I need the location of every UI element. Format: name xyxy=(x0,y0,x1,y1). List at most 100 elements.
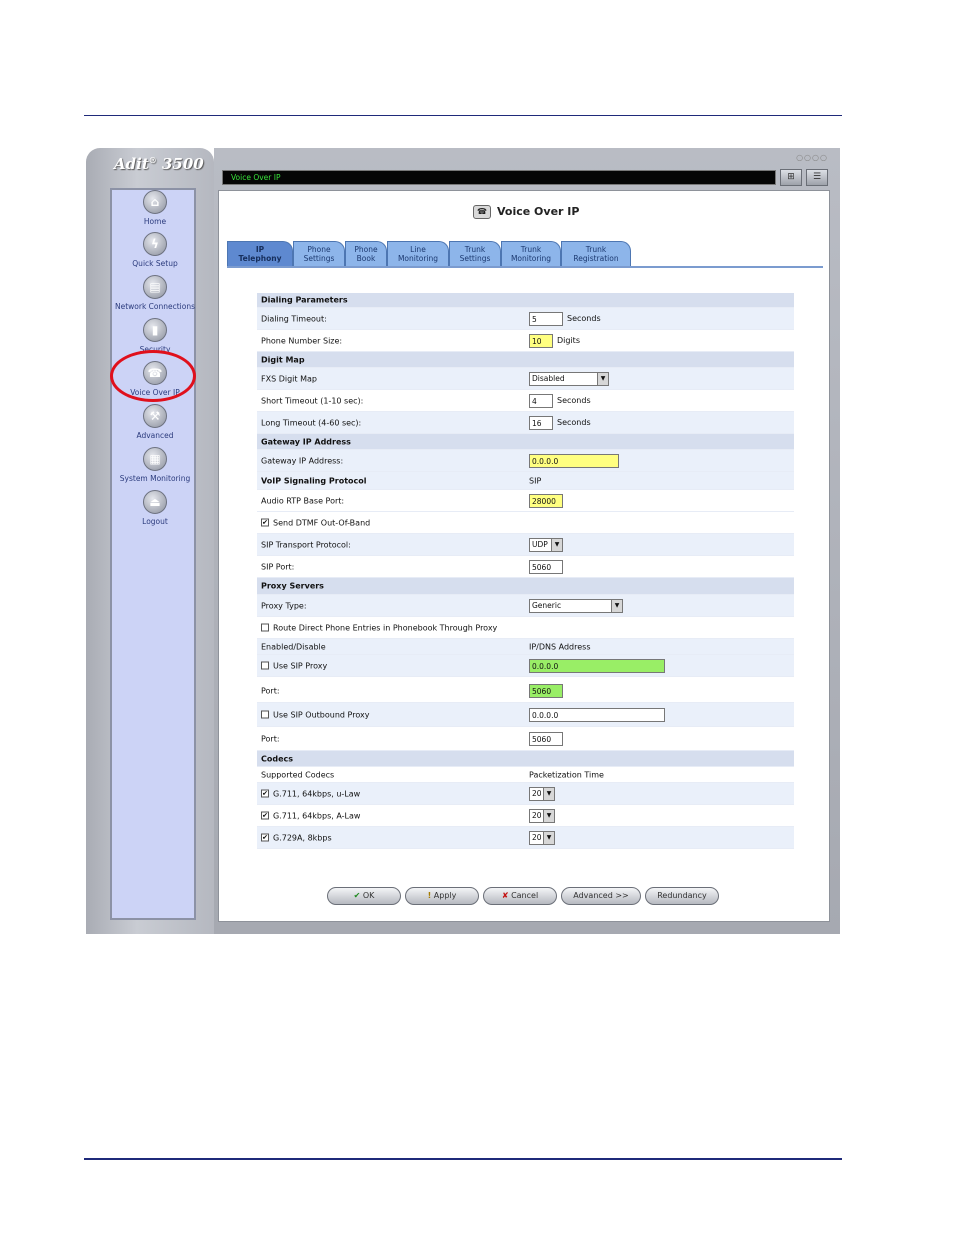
main-area: ○○○○ Voice Over IP ⊞ ☰ ☎ Voice Over IP IP… xyxy=(214,148,840,934)
cancel-button[interactable]: ✘ Cancel xyxy=(483,887,557,905)
dialing-timeout-input[interactable]: 5 xyxy=(529,311,563,326)
outbound-proxy-address-input[interactable]: 0.0.0.0 xyxy=(529,707,665,722)
nav-label: Advanced xyxy=(136,431,174,440)
advanced-button[interactable]: Advanced >> xyxy=(561,887,641,905)
header-rule xyxy=(84,115,842,116)
app-window: Adit® 3500 ⌂ Home ϟ Quick Setup ▤ Networ… xyxy=(86,148,840,934)
network-icon: ▤ xyxy=(143,275,167,299)
lightning-icon: ϟ xyxy=(143,232,167,256)
content-panel: ☎ Voice Over IP IP Telephony Phone Settings… xyxy=(218,190,830,922)
sip-port-input[interactable]: 5060 xyxy=(529,559,563,574)
row-phone-number-size: Phone Number Size: 10 Digits xyxy=(257,330,794,352)
redundancy-button[interactable]: Redundancy xyxy=(645,887,719,905)
dropdown-arrow-icon: ▼ xyxy=(551,538,562,551)
gateway-ip-input[interactable]: 0.0.0.0 xyxy=(529,453,619,468)
lock-icon: ▮ xyxy=(143,318,167,342)
use-sip-proxy-checkbox[interactable] xyxy=(261,661,269,670)
tools-icon: ⚒ xyxy=(143,404,167,428)
exclamation-icon: ! xyxy=(427,891,432,900)
section-dialing-parameters: Dialing Parameters xyxy=(257,293,794,308)
window-dots: ○○○○ xyxy=(796,153,828,162)
row-enabled-disable-header: Enabled/Disable IP/DNS Address xyxy=(257,639,794,655)
row-proxy-type: Proxy Type: Generic ▼ xyxy=(257,595,794,617)
send-dtmf-checkbox[interactable]: ✔ xyxy=(261,518,269,527)
nav-item-security[interactable]: ▮ Security xyxy=(112,318,198,354)
nav-item-logout[interactable]: ⏏ Logout xyxy=(112,490,198,526)
network-map-icon[interactable]: ⊞ xyxy=(780,169,802,186)
fxs-digit-map-select[interactable]: Disabled ▼ xyxy=(529,371,609,386)
dropdown-arrow-icon: ▼ xyxy=(543,831,554,844)
nav-item-system-monitoring[interactable]: ▦ System Monitoring xyxy=(112,447,198,483)
sip-proxy-address-input[interactable]: 0.0.0.0 xyxy=(529,658,665,673)
phone-number-size-input[interactable]: 10 xyxy=(529,333,553,348)
tab-line-monitoring[interactable]: Line Monitoring xyxy=(387,241,449,266)
tab-phone-settings[interactable]: Phone Settings xyxy=(293,241,345,266)
route-direct-checkbox[interactable] xyxy=(261,623,269,632)
tab-phone-book[interactable]: Phone Book xyxy=(345,241,387,266)
tab-underline xyxy=(227,266,823,268)
apply-button[interactable]: ! Apply xyxy=(405,887,479,905)
short-timeout-input[interactable]: 4 xyxy=(529,393,553,408)
row-codec-g711-alaw: ✔ G.711, 64kbps, A-Law 20 ▼ xyxy=(257,805,794,827)
codec-g711-alaw-checkbox[interactable]: ✔ xyxy=(261,811,269,820)
use-outbound-proxy-checkbox[interactable] xyxy=(261,710,269,719)
nav-label: System Monitoring xyxy=(119,474,191,483)
highlight-circle xyxy=(110,350,196,402)
sidebar: Adit® 3500 ⌂ Home ϟ Quick Setup ▤ Networ… xyxy=(86,148,214,934)
section-gateway-ip: Gateway IP Address xyxy=(257,434,794,450)
section-proxy-servers: Proxy Servers xyxy=(257,578,794,595)
x-icon: ✘ xyxy=(501,891,509,900)
tab-ip-telephony[interactable]: IP Telephony xyxy=(227,241,293,266)
dropdown-arrow-icon: ▼ xyxy=(543,787,554,800)
row-fxs-digit-map: FXS Digit Map Disabled ▼ xyxy=(257,368,794,390)
page-title: ☎ Voice Over IP xyxy=(473,205,579,219)
brand-logo: Adit® 3500 xyxy=(114,155,204,173)
row-voip-signaling: VoIP Signaling Protocol SIP xyxy=(257,472,794,490)
section-codecs: Codecs xyxy=(257,751,794,767)
row-codec-g729a: ✔ G.729A, 8kbps 20 ▼ xyxy=(257,827,794,849)
nav-label: Logout xyxy=(142,517,168,526)
outbound-port-input[interactable]: 5060 xyxy=(529,731,563,746)
dropdown-arrow-icon: ▼ xyxy=(597,372,608,385)
row-supported-codecs-header: Supported Codecs Packetization Time xyxy=(257,767,794,783)
row-short-timeout: Short Timeout (1-10 sec): 4 Seconds xyxy=(257,390,794,412)
monitor-icon: ▦ xyxy=(143,447,167,471)
row-route-direct: Route Direct Phone Entries in Phonebook … xyxy=(257,617,794,639)
proxy-port-input[interactable]: 5060 xyxy=(529,683,563,698)
row-audio-rtp: Audio RTP Base Port: 28000 xyxy=(257,490,794,512)
audio-rtp-input[interactable]: 28000 xyxy=(529,493,563,508)
nav-panel: ⌂ Home ϟ Quick Setup ▤ Network Connectio… xyxy=(110,188,196,920)
codec-g729a-ptime-select[interactable]: 20 ▼ xyxy=(529,830,555,845)
row-use-outbound-proxy: Use SIP Outbound Proxy 0.0.0.0 xyxy=(257,703,794,727)
home-icon: ⌂ xyxy=(143,190,167,214)
nav-item-quick-setup[interactable]: ϟ Quick Setup xyxy=(112,232,198,268)
tab-trunk-registration[interactable]: Trunk Registration xyxy=(561,241,631,266)
dropdown-arrow-icon: ▼ xyxy=(611,599,622,612)
tab-trunk-settings[interactable]: Trunk Settings xyxy=(449,241,501,266)
nav-label: Home xyxy=(143,217,167,226)
tab-trunk-monitoring[interactable]: Trunk Monitoring xyxy=(501,241,561,266)
nav-label: Network Connections xyxy=(114,302,196,311)
codec-g711-alaw-ptime-select[interactable]: 20 ▼ xyxy=(529,808,555,823)
phone-icon: ☎ xyxy=(473,205,491,219)
nav-item-advanced[interactable]: ⚒ Advanced xyxy=(112,404,198,440)
row-codec-g711-ulaw: ✔ G.711, 64kbps, u-Law 20 ▼ xyxy=(257,783,794,805)
row-outbound-port: Port: 5060 xyxy=(257,727,794,751)
nav-item-network-connections[interactable]: ▤ Network Connections xyxy=(112,275,198,311)
dropdown-arrow-icon: ▼ xyxy=(543,809,554,822)
proxy-type-select[interactable]: Generic ▼ xyxy=(529,598,623,613)
menu-icon[interactable]: ☰ xyxy=(806,169,828,186)
codec-g729a-checkbox[interactable]: ✔ xyxy=(261,833,269,842)
codec-g711-ulaw-checkbox[interactable]: ✔ xyxy=(261,789,269,798)
row-dialing-timeout: Dialing Timeout: 5 Seconds xyxy=(257,308,794,330)
ok-button[interactable]: ✔ OK xyxy=(327,887,401,905)
codec-g711-ulaw-ptime-select[interactable]: 20 ▼ xyxy=(529,786,555,801)
row-sip-port: SIP Port: 5060 xyxy=(257,556,794,578)
nav-item-home[interactable]: ⌂ Home xyxy=(112,190,198,226)
long-timeout-input[interactable]: 16 xyxy=(529,415,553,430)
row-use-sip-proxy: Use SIP Proxy 0.0.0.0 xyxy=(257,655,794,677)
row-gateway-ip-address: Gateway IP Address: 0.0.0.0 xyxy=(257,450,794,472)
row-long-timeout: Long Timeout (4-60 sec): 16 Seconds xyxy=(257,412,794,434)
sip-transport-select[interactable]: UDP ▼ xyxy=(529,537,563,552)
nav-label: Quick Setup xyxy=(132,259,178,268)
